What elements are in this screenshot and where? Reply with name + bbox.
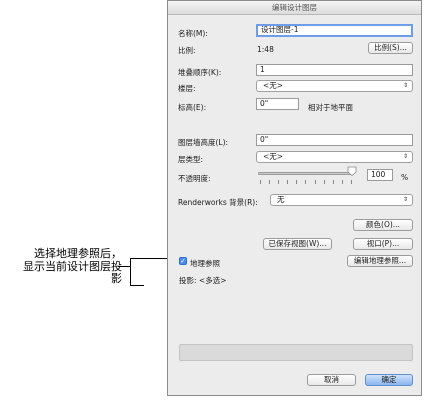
renderworks-select[interactable]: 无 ⇕ bbox=[270, 194, 413, 206]
name-label: 名称(M): bbox=[178, 29, 208, 38]
select-arrows-icon: ⇕ bbox=[402, 82, 408, 89]
story-label: 楼层: bbox=[178, 84, 196, 93]
layer-type-select-value: <无> bbox=[263, 152, 284, 161]
callout-line-3: 影 bbox=[111, 272, 122, 285]
layer-type-select[interactable]: <无> ⇕ bbox=[256, 151, 413, 163]
callout-line-1: 选择地理参照后， bbox=[34, 247, 122, 260]
status-area bbox=[179, 344, 413, 361]
edit-georef-button[interactable]: 编辑地理参照... bbox=[347, 255, 413, 267]
select-arrows-icon: ⇕ bbox=[402, 153, 408, 160]
cancel-button[interactable]: 取消 bbox=[307, 374, 356, 386]
elevation-label: 标高(E): bbox=[178, 103, 207, 112]
opacity-unit: % bbox=[401, 173, 409, 182]
georef-checkbox[interactable]: ✓ bbox=[179, 257, 187, 265]
callout-bracket bbox=[130, 258, 131, 286]
georef-label: 地理参照 bbox=[190, 259, 220, 268]
wall-height-label: 图层墙高度(L): bbox=[178, 138, 229, 147]
name-field[interactable]: 设计图层-1 bbox=[256, 24, 413, 37]
edit-design-layer-dialog: 编辑设计图层 名称(M): 设计图层-1 比例: 1:48 比例(S)... 堆… bbox=[167, 0, 422, 396]
elevation-note: 相对于地平面 bbox=[308, 103, 353, 112]
ok-button[interactable]: 确定 bbox=[365, 374, 413, 386]
stack-order-field[interactable]: 1 bbox=[256, 64, 413, 76]
layer-type-label: 层类型: bbox=[178, 155, 204, 164]
callout-bracket-bottom bbox=[130, 285, 144, 286]
opacity-slider-thumb[interactable] bbox=[347, 166, 357, 176]
renderworks-select-value: 无 bbox=[277, 195, 285, 204]
scale-label: 比例: bbox=[178, 46, 196, 55]
story-select-value: <无> bbox=[263, 81, 284, 90]
opacity-label: 不透明度: bbox=[178, 174, 211, 183]
projection-label: 投影: <多选> bbox=[179, 276, 227, 285]
callout-line-2: 显示当前设计图层投 bbox=[23, 259, 122, 273]
callout-bracket-top bbox=[130, 258, 172, 259]
saved-views-button[interactable]: 已保存视图(W)... bbox=[263, 238, 332, 250]
wall-height-field[interactable]: 0" bbox=[256, 134, 413, 146]
elevation-field[interactable]: 0" bbox=[256, 98, 299, 110]
opacity-slider-ticks bbox=[260, 180, 352, 184]
scale-button[interactable]: 比例(S)... bbox=[368, 42, 413, 54]
scale-value: 1:48 bbox=[257, 45, 274, 54]
viewport-button[interactable]: 视口(P)... bbox=[353, 238, 413, 250]
dialog-title: 编辑设计图层 bbox=[168, 1, 421, 15]
stack-order-label: 堆叠顺序(K): bbox=[178, 68, 222, 77]
story-select[interactable]: <无> ⇕ bbox=[256, 80, 413, 92]
opacity-field[interactable]: 100 bbox=[367, 169, 393, 181]
callout-connector bbox=[118, 266, 130, 267]
renderworks-label: Renderworks 背景(R): bbox=[178, 198, 258, 207]
opacity-slider-track[interactable] bbox=[258, 172, 354, 175]
callout-annotation: 选择地理参照后， 显示当前设计图层投 影 bbox=[2, 247, 122, 286]
color-button[interactable]: 颜色(O)... bbox=[353, 219, 413, 231]
select-arrows-icon: ⇕ bbox=[402, 196, 408, 203]
